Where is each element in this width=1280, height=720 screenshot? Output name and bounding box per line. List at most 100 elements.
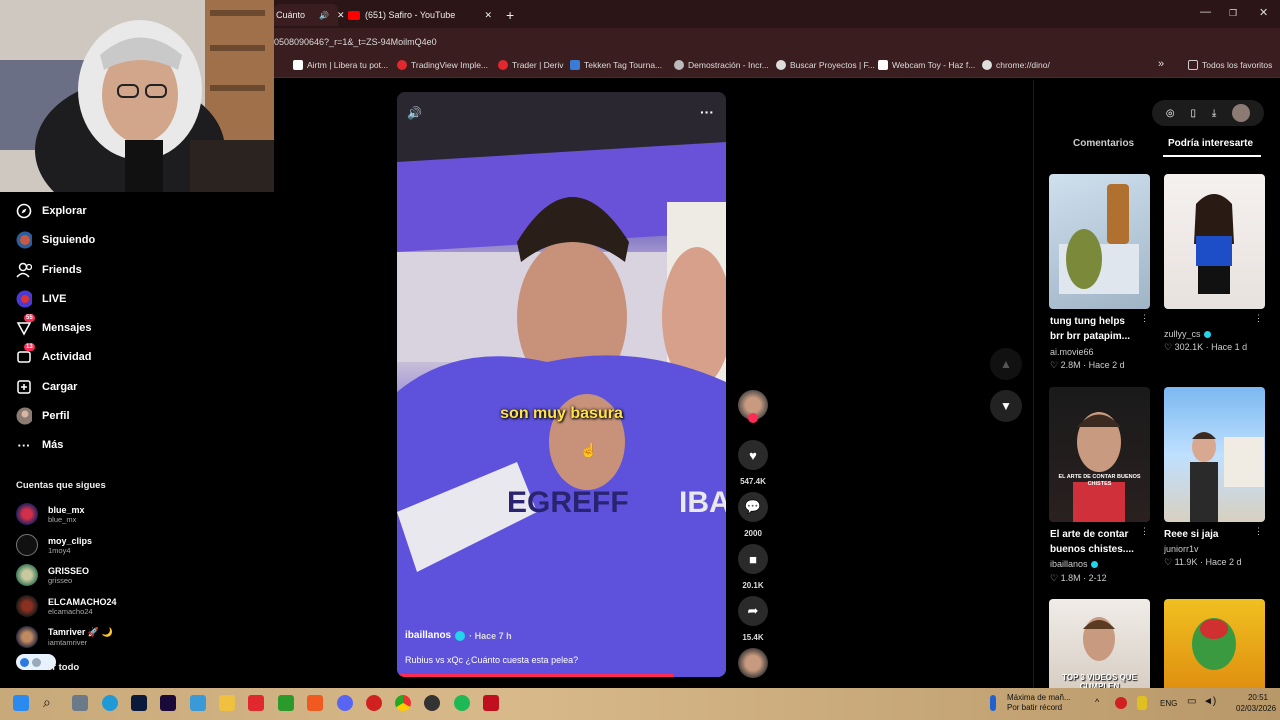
recommended-video-author[interactable]: ibaillanos (1050, 559, 1098, 569)
close-window-icon[interactable]: ✕ (1259, 6, 1268, 19)
recommended-video-author[interactable]: zullyy_cs (1164, 329, 1211, 339)
more-options-icon[interactable]: ⋮ (1254, 313, 1263, 324)
save-button[interactable]: ■ 20.1K (738, 544, 768, 590)
tray-icon[interactable] (1115, 697, 1127, 709)
sidebar-item-live[interactable]: LIVE (16, 290, 66, 308)
video-progress-bar[interactable] (397, 674, 674, 677)
follow-plus-icon[interactable] (748, 413, 758, 423)
more-options-icon[interactable]: ⋮ (1140, 526, 1149, 537)
bookmark-item[interactable]: Demostración - Incr... (674, 60, 769, 70)
bookmarks-overflow-button[interactable]: » (1158, 58, 1164, 70)
close-tab-icon[interactable]: ✕ (484, 10, 492, 21)
bookmark-item[interactable]: TradingView Imple... (397, 60, 488, 70)
chevron-up-icon[interactable]: ^ (1095, 697, 1099, 707)
tab-tiktok[interactable]: Cuánto 🔊 ✕ (274, 4, 345, 26)
volume-icon[interactable]: 🔊 (407, 106, 422, 120)
recommended-video-thumbnail[interactable] (1164, 387, 1265, 522)
following-item[interactable]: ELCAMACHO24 elcamacho24 (16, 595, 117, 617)
upload-icon (16, 379, 32, 395)
new-tab-button[interactable]: + (506, 4, 514, 26)
weather-widget[interactable]: Máxima de mañ... Por batir récord (1007, 693, 1071, 713)
clock[interactable]: 20:51 02/03/2026 (1236, 692, 1276, 714)
recommended-video-thumbnail[interactable] (1049, 174, 1150, 309)
photoshop-icon[interactable] (131, 695, 147, 711)
deriv-icon[interactable] (248, 695, 264, 711)
task-view-icon[interactable] (72, 695, 88, 711)
sidebar-item-mas[interactable]: ··· Más (16, 437, 64, 453)
discord-icon[interactable] (337, 695, 353, 711)
windows-start-icon[interactable] (13, 695, 29, 711)
previous-video-button[interactable]: ▲ (990, 348, 1022, 380)
speaker-icon[interactable]: 🔊 (319, 11, 329, 20)
next-video-button[interactable]: ▼ (990, 390, 1022, 422)
sidebar-item-actividad[interactable]: 13 Actividad (16, 343, 92, 365)
premiere-icon[interactable] (160, 695, 176, 711)
network-icon[interactable]: ▭ (1187, 696, 1196, 707)
following-item[interactable]: Tamriver 🚀 🌙 iamtamriver (16, 626, 113, 648)
search-icon[interactable]: ⌕ (43, 694, 51, 711)
music-disc-button[interactable] (738, 648, 768, 678)
spotify-icon[interactable] (454, 695, 470, 711)
tab-youtube[interactable]: (651) Safiro - YouTube ✕ (348, 4, 498, 26)
recommended-video-thumbnail[interactable]: TOP 3 VIDEOS QUE CUMPLEN (1049, 599, 1150, 688)
recommended-video-thumbnail[interactable] (1164, 174, 1265, 309)
share-button[interactable]: ➦ 15.4K (738, 596, 768, 642)
all-favorites-button[interactable]: Todos los favoritos (1188, 60, 1272, 70)
recommended-video-author[interactable]: juniorr1v (1164, 544, 1199, 554)
url-field[interactable]: 0508090646?_r=1&_t=ZS-94MoilmQ4e0 (274, 34, 994, 50)
maximize-icon[interactable]: ❐ (1229, 8, 1237, 19)
app-icon[interactable] (483, 695, 499, 711)
brave-icon[interactable] (307, 695, 323, 711)
more-options-icon[interactable]: ··· (700, 104, 714, 120)
close-tab-icon[interactable]: ✕ (337, 10, 345, 21)
recommended-video-author[interactable]: ai.movie66 (1050, 347, 1094, 357)
obs-icon[interactable] (424, 695, 440, 711)
see-all-link[interactable]: er todo (47, 662, 79, 673)
creator-avatar-button[interactable] (738, 390, 768, 423)
avatar[interactable] (1232, 104, 1251, 122)
sidebar-item-mensajes[interactable]: 55 Mensajes (16, 314, 92, 336)
following-item[interactable]: GRISSEO grisseo (16, 564, 89, 586)
thumbnail-text: TOP 3 VIDEOS QUE CUMPLEN (1062, 673, 1137, 688)
recommended-video-thumbnail[interactable] (1164, 599, 1265, 688)
phone-icon[interactable]: ▯ (1190, 108, 1196, 119)
like-button[interactable]: ♥ 547.4K (738, 440, 768, 486)
language-indicator[interactable]: ENG (1160, 699, 1177, 708)
bookmark-item[interactable]: Webcam Toy - Haz f... (878, 60, 975, 70)
minimize-icon[interactable]: — (1200, 6, 1211, 18)
recommended-video-title[interactable]: Reee si jaja (1164, 527, 1252, 542)
avatar (16, 503, 38, 525)
compass-icon[interactable]: ◎ (1166, 108, 1175, 119)
following-item[interactable]: blue_mx blue_mx (16, 503, 85, 525)
sidebar-item-explorar[interactable]: Explorar (16, 203, 87, 219)
more-options-icon[interactable]: ⋮ (1254, 526, 1263, 537)
recommended-video-title[interactable]: El arte de contar buenos chistes.... (1050, 527, 1138, 557)
more-options-icon[interactable]: ⋮ (1140, 313, 1149, 324)
sidebar-item-perfil[interactable]: Perfil (16, 407, 70, 425)
bookmark-item[interactable]: Airtm | Libera tu pot... (293, 60, 388, 70)
bookmark-item[interactable]: chrome://dino/ (982, 60, 1050, 70)
bookmark-item[interactable]: Buscar Proyectos | F... (776, 60, 875, 70)
store-icon[interactable] (190, 695, 206, 711)
microphone-icon[interactable] (1137, 696, 1147, 710)
following-item[interactable]: moy_clips 1moy4 (16, 534, 92, 556)
video-author[interactable]: ibaillanos (405, 630, 451, 641)
xbox-icon[interactable] (278, 695, 294, 711)
bookmark-item[interactable]: Trader | Deriv (498, 60, 564, 70)
folder-icon[interactable] (219, 695, 235, 711)
volume-icon[interactable]: ◄) (1203, 696, 1216, 707)
chrome-icon[interactable] (395, 695, 411, 711)
edge-icon[interactable] (102, 695, 118, 711)
bookmark-item[interactable]: Tekken Tag Tourna... (570, 60, 662, 70)
tab-podria-interesarte[interactable]: Podría interesarte (1168, 138, 1253, 149)
download-icon[interactable]: ⤓ (1212, 108, 1216, 119)
sidebar-item-cargar[interactable]: Cargar (16, 379, 77, 395)
video-player[interactable]: EGREFF IBA 🔊 ··· son muy basura ☝ ibaill… (397, 92, 726, 677)
tab-comentarios[interactable]: Comentarios (1073, 138, 1134, 149)
comment-button[interactable]: 💬 2000 (738, 492, 768, 538)
sidebar-item-siguiendo[interactable]: Siguiendo (16, 231, 95, 249)
sidebar-item-friends[interactable]: Friends (16, 262, 82, 278)
app-icon[interactable] (366, 695, 382, 711)
recommended-video-thumbnail[interactable]: EL ARTE DE CONTAR BUENOS CHISTES (1049, 387, 1150, 522)
recommended-video-title[interactable]: tung tung helps brr brr patapim... (1050, 314, 1138, 344)
